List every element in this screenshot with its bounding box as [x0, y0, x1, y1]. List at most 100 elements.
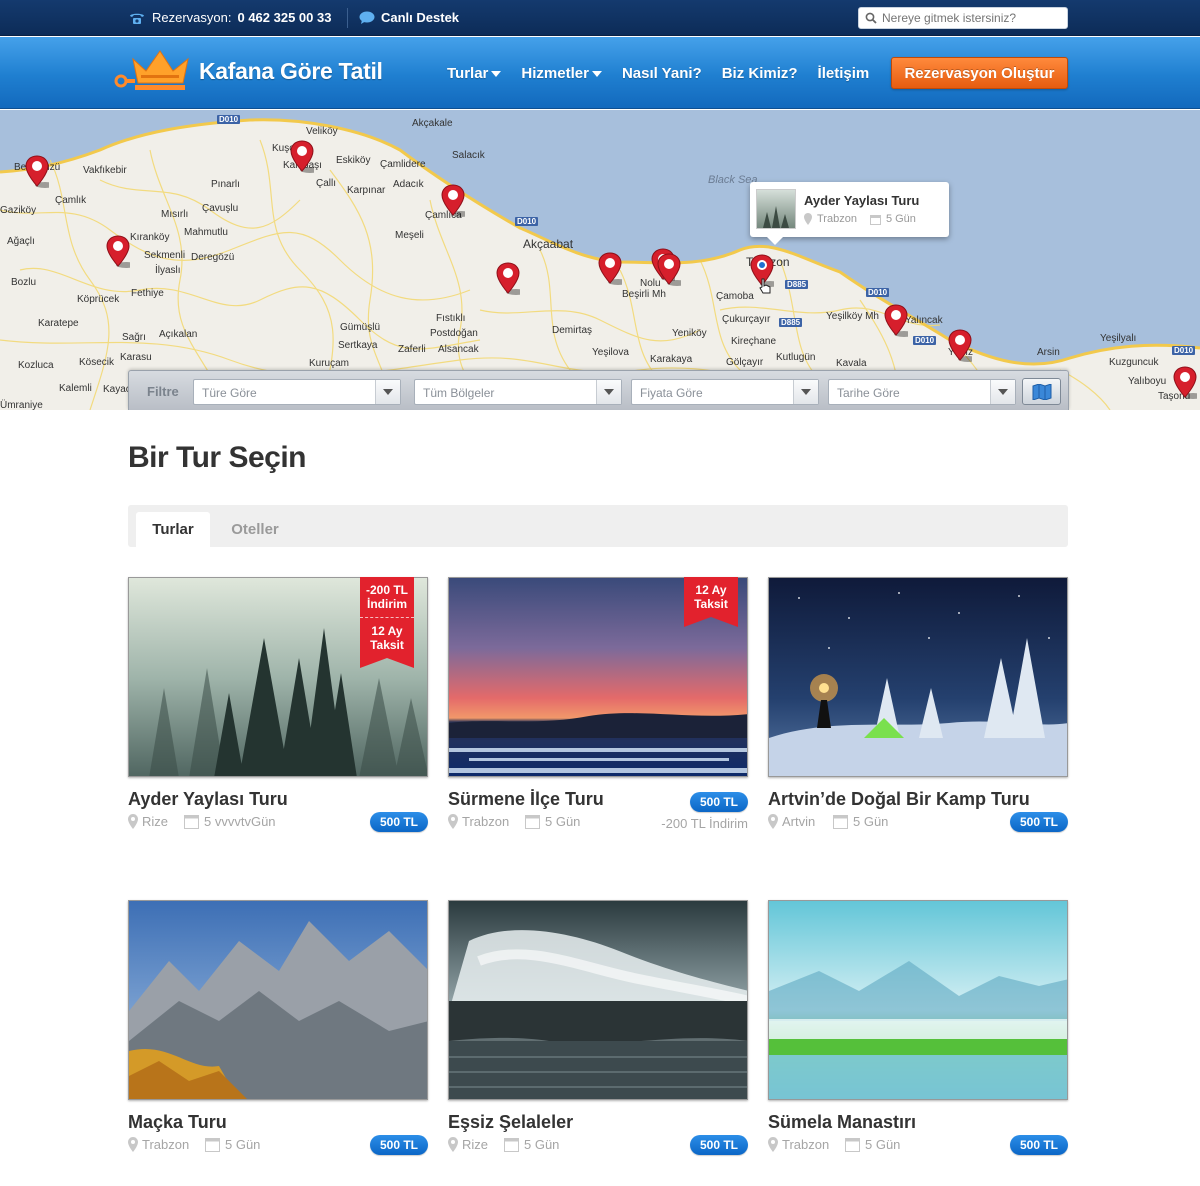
map-place: Karakaya: [650, 354, 693, 365]
price-select[interactable]: Fiyata Göre: [631, 379, 819, 405]
map-popup[interactable]: Ayder Yaylası Turu Trabzon 5 Gün: [750, 182, 949, 245]
nav-item-iletisim[interactable]: İletişim: [818, 65, 870, 82]
tour-card[interactable]: Sümela Manastırı Trabzon 5 Gün 500 TL: [768, 900, 1068, 1160]
map-place: Kutlugün: [776, 352, 816, 363]
brand-name: Kafana Göre Tatil: [199, 57, 383, 84]
map-pin-icon[interactable]: [884, 304, 908, 338]
phone-number[interactable]: 0 462 325 00 33: [237, 10, 331, 25]
price-badge: 500 TL: [689, 792, 748, 812]
price-badge: 500 TL: [369, 812, 428, 832]
tab-oteller[interactable]: Oteller: [220, 512, 290, 547]
map-pin-icon[interactable]: [106, 235, 130, 269]
tour-image-night-camp[interactable]: [768, 577, 1068, 777]
select-value: Fiyata Göre: [640, 386, 703, 400]
region-select[interactable]: Tüm Bölgeler: [414, 379, 622, 405]
popup-title: Ayder Yaylası Turu: [804, 193, 920, 208]
tour-card[interactable]: Artvin’de Doğal Bir Kamp Turu Artvin 5 G…: [768, 577, 1068, 837]
map-pin-icon[interactable]: [598, 252, 622, 286]
type-select[interactable]: Türe Göre: [193, 379, 401, 405]
filter-label: Filtre: [147, 384, 179, 399]
map-place: Kireçhane: [731, 336, 777, 347]
price-badge: 500 TL: [1009, 812, 1068, 832]
tab-turlar[interactable]: Turlar: [136, 512, 210, 547]
calendar-icon: [845, 1138, 860, 1152]
tour-image-mountains[interactable]: [128, 900, 428, 1100]
chevron-down-icon: [596, 380, 621, 404]
duration-text: 5 Gün: [865, 1137, 901, 1152]
road-label: D010: [217, 115, 241, 124]
map-place: Alsancak: [438, 344, 479, 355]
duration-text: 5 Gün: [545, 814, 581, 829]
tour-map[interactable]: Black Sea D010 D010 D010 D885 D885 D010 …: [0, 110, 1200, 410]
search-box[interactable]: [858, 7, 1068, 29]
map-icon: [1032, 383, 1051, 400]
tour-name[interactable]: Eşsiz Şelaleler: [448, 1112, 573, 1133]
map-pin-icon[interactable]: [496, 262, 520, 296]
map-place: Vakfıkebir: [83, 165, 127, 176]
search-input[interactable]: [882, 11, 1052, 25]
map-place: Sağrı: [122, 332, 146, 343]
map-pin-icon[interactable]: [948, 329, 972, 363]
map-pin-icon[interactable]: [441, 184, 465, 218]
map-place: Adacık: [393, 179, 424, 190]
tour-card[interactable]: Eşsiz Şelaleler Rize 5 Gün 500 TL: [448, 900, 748, 1160]
map-toggle-button[interactable]: [1022, 378, 1061, 405]
chevron-down-icon: [375, 380, 400, 404]
map-place: Köprücek: [77, 294, 120, 305]
tour-name[interactable]: Ayder Yaylası Turu: [128, 789, 288, 810]
price-badge: 500 TL: [1009, 1135, 1068, 1155]
map-place: Deregözü: [191, 252, 235, 263]
road-label: D885: [785, 280, 809, 289]
tour-image-misty-valley[interactable]: [768, 900, 1068, 1100]
tour-image-waterfall[interactable]: [448, 900, 748, 1100]
calendar-icon: [869, 214, 881, 225]
select-value: Tüm Bölgeler: [423, 386, 495, 400]
map-pin-icon[interactable]: [290, 140, 314, 174]
phone-icon: [130, 13, 144, 24]
nav-item-hizmetler[interactable]: Hizmetler: [521, 65, 602, 82]
tour-card[interactable]: Maçka Turu Trabzon 5 Gün 500 TL: [128, 900, 428, 1160]
location-pin-icon: [448, 814, 458, 829]
nav-item-turlar[interactable]: Turlar: [447, 65, 502, 82]
date-select[interactable]: Tarihe Göre: [828, 379, 1016, 405]
tour-card[interactable]: -200 TL İndirim 12 Ay Taksit Ayder Yayla…: [128, 577, 428, 837]
map-place: Çukurçayır: [722, 314, 771, 325]
popup-meta: Trabzon 5 Gün: [804, 213, 916, 225]
map-place: Yalıboyu: [1128, 376, 1167, 387]
ribbon-tail: [684, 617, 738, 627]
reservation-phone[interactable]: Rezervasyon: 0 462 325 00 33: [128, 10, 331, 25]
road-label: D010: [1172, 346, 1196, 355]
tour-name[interactable]: Sürmene İlçe Turu: [448, 789, 604, 810]
tour-location: Rize: [448, 1137, 488, 1152]
map-place: Yeşilköy Mh: [826, 311, 879, 322]
calendar-icon: [184, 815, 199, 829]
live-support-link[interactable]: Canlı Destek: [359, 10, 459, 25]
map-place: Kıranköy: [130, 232, 170, 243]
map-place: Akçakale: [412, 118, 453, 129]
map-place: Akçaabat: [523, 237, 574, 251]
popup-duration: 5 Gün: [885, 213, 916, 225]
map-place: Karasu: [120, 352, 152, 363]
location-pin-icon: [128, 1137, 138, 1152]
nav-label: Turlar: [447, 65, 489, 82]
logo[interactable]: Kafana Göre Tatil: [113, 47, 383, 95]
tour-duration: 5 Gün: [833, 814, 888, 829]
map-place: Postdoğan: [430, 328, 478, 339]
tour-name[interactable]: Sümela Manastırı: [768, 1112, 916, 1133]
map-place: Zaferli: [398, 344, 426, 355]
map-place: Yeşilyalı: [1100, 333, 1137, 344]
map-pin-icon[interactable]: [657, 253, 681, 287]
create-reservation-button[interactable]: Rezervasyon Oluştur: [891, 57, 1068, 89]
nav-item-biz-kimiz[interactable]: Biz Kimiz?: [722, 65, 798, 82]
nav-item-nasil-yani[interactable]: Nasıl Yani?: [622, 65, 702, 82]
chevron-down-icon: [793, 380, 818, 404]
tour-card[interactable]: 12 Ay Taksit Sürmene İlçe Turu Trabzon 5…: [448, 577, 748, 837]
map-pin-icon[interactable]: [1173, 366, 1197, 400]
map-pin-icon[interactable]: [25, 155, 49, 189]
map-place: Demirtaş: [552, 325, 593, 336]
duration-text: 5 Gün: [524, 1137, 560, 1152]
map-place: Çavuşlu: [202, 203, 239, 214]
select-value: Türe Göre: [202, 386, 257, 400]
tour-name[interactable]: Maçka Turu: [128, 1112, 227, 1133]
tour-name[interactable]: Artvin’de Doğal Bir Kamp Turu: [768, 789, 1030, 810]
